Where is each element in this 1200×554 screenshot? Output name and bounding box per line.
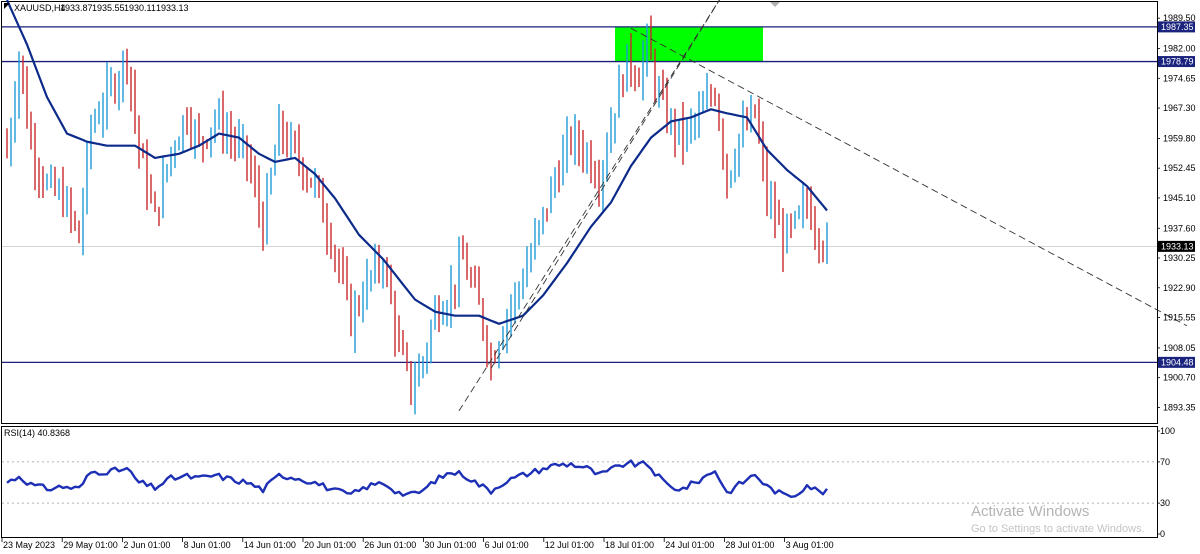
high-value: 1935.55 <box>92 3 125 13</box>
x-tick-label-12: 28 Jul 01:00 <box>725 540 774 550</box>
supply-zone <box>615 26 763 62</box>
x-tick-label-4: 14 Jun 01:00 <box>244 540 296 550</box>
x-tick-label-1: 29 May 01:00 <box>63 540 118 550</box>
close-value: 1933.13 <box>156 3 189 13</box>
x-tick-label-3: 8 Jun 01:00 <box>184 540 231 550</box>
x-tick-label-7: 30 Jun 01:00 <box>424 540 476 550</box>
y-tick-label-6: 1945.10 <box>1163 193 1196 203</box>
y-tick-label-11: 1908.05 <box>1163 343 1196 353</box>
symbol-label: XAUUSD,H4 <box>14 3 66 13</box>
level-tag-2: 1904.48 <box>1161 357 1194 367</box>
y-tick-label-2: 1974.65 <box>1163 73 1196 83</box>
x-tick-label-0: 23 May 2023 <box>3 540 55 550</box>
activate-windows-subtitle: Go to Settings to activate Windows. <box>971 523 1145 535</box>
shift-marker-icon[interactable] <box>770 2 780 7</box>
x-tick-label-10: 18 Jul 01:00 <box>605 540 654 550</box>
y-tick-label-3: 1967.30 <box>1163 103 1196 113</box>
x-tick-label-6: 26 Jun 01:00 <box>364 540 416 550</box>
y-tick-label-5: 1952.45 <box>1163 163 1196 173</box>
rsi-label: RSI(14) 40.8368 <box>4 428 70 438</box>
x-tick-label-9: 12 Jul 01:00 <box>545 540 594 550</box>
y-tick-label-9: 1922.90 <box>1163 283 1196 293</box>
y-tick-label-8: 1930.25 <box>1163 253 1196 263</box>
low-value: 1930.11 <box>124 3 156 13</box>
y-tick-label-10: 1915.55 <box>1163 313 1196 323</box>
current-price-tag: 1933.13 <box>1161 241 1194 251</box>
rsi-tick-30: 30 <box>1160 498 1170 508</box>
y-tick-label-4: 1959.80 <box>1163 133 1196 143</box>
y-tick-label-7: 1937.60 <box>1163 223 1196 233</box>
price-chart[interactable]: 10070300 1989.501982.001974.651967.30195… <box>0 0 1200 554</box>
rsi-tick-70: 70 <box>1160 457 1170 467</box>
level-tag-1: 1978.79 <box>1161 57 1194 67</box>
x-tick-label-13: 3 Aug 01:00 <box>786 540 834 550</box>
x-tick-label-5: 20 Jun 01:00 <box>304 540 356 550</box>
y-tick-label-13: 1893.35 <box>1163 402 1196 412</box>
rsi-tick-0: 0 <box>1160 529 1165 539</box>
rsi-pane-frame <box>1 426 1158 538</box>
rsi-tick-100: 100 <box>1160 426 1175 436</box>
trendline-2[interactable] <box>630 27 1188 327</box>
y-tick-label-1: 1982.00 <box>1163 44 1196 54</box>
rsi-line[interactable] <box>6 459 828 498</box>
x-tick-label-2: 2 Jun 01:00 <box>123 540 170 550</box>
x-tick-label-11: 24 Jul 01:00 <box>665 540 714 550</box>
activate-windows-title: Activate Windows <box>971 503 1089 520</box>
y-tick-label-12: 1900.70 <box>1163 373 1196 383</box>
main-pane-frame <box>1 1 1158 424</box>
open-value: 1933.87 <box>60 3 93 13</box>
x-tick-label-8: 6 Jul 01:00 <box>485 540 529 550</box>
level-tag-0: 1987.35 <box>1161 22 1194 32</box>
